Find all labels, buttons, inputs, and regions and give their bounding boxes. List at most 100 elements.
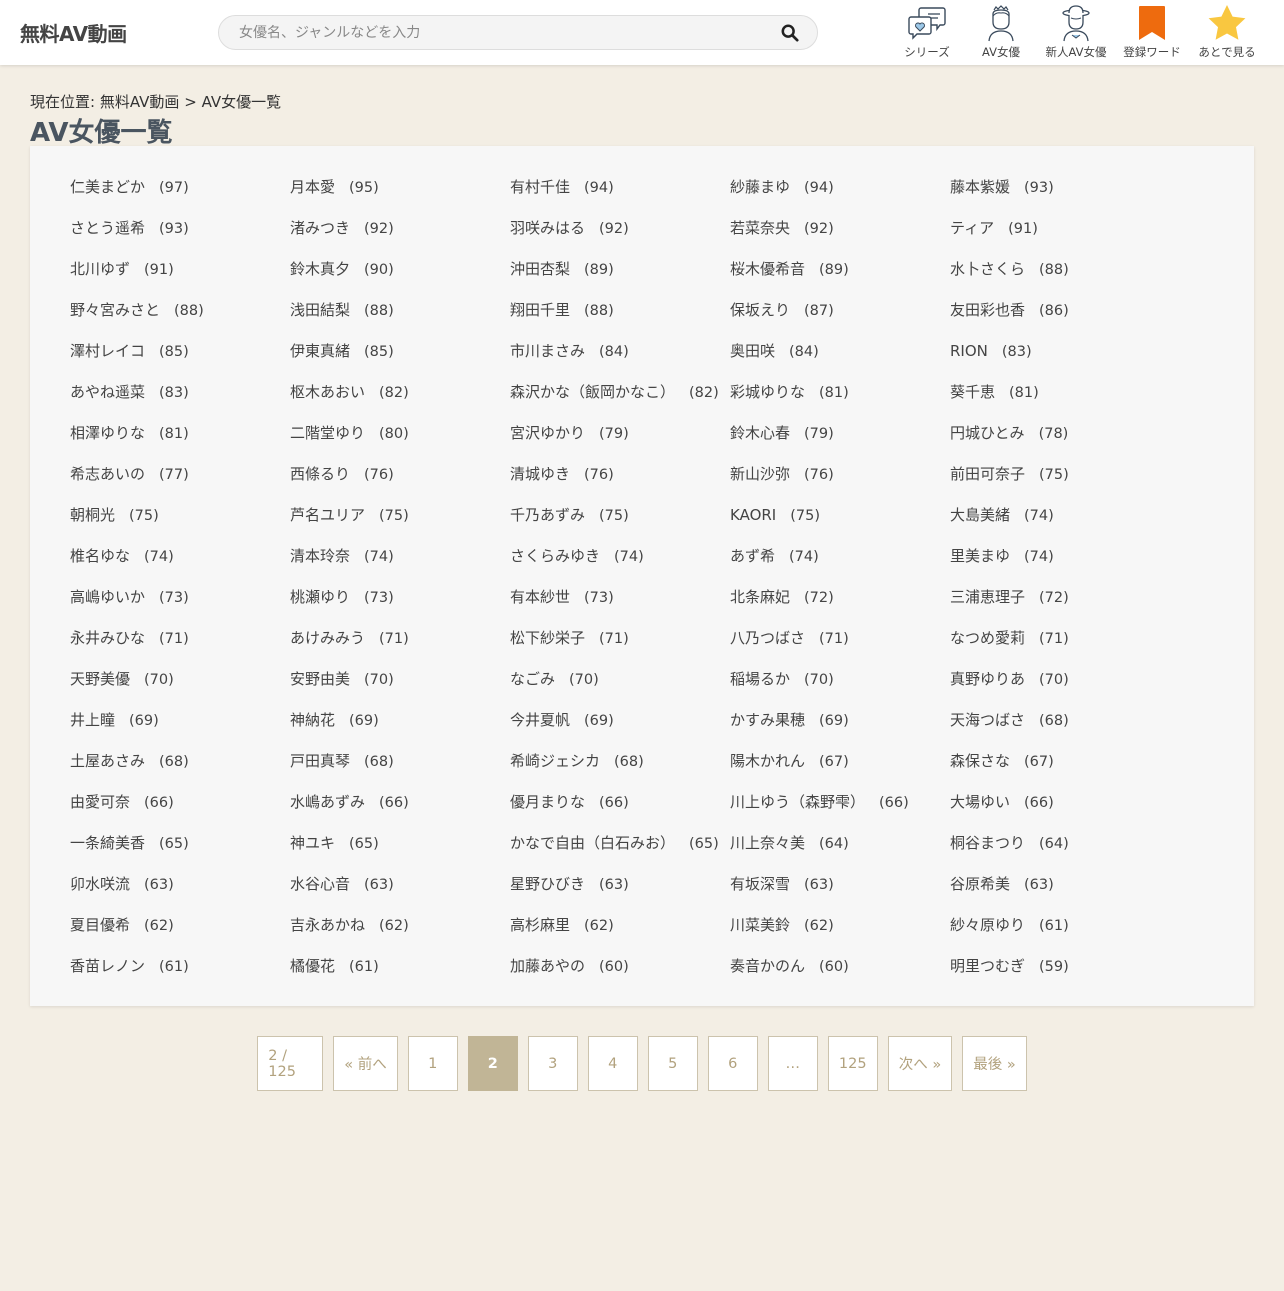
actress-link[interactable]: 桐谷まつり (64) <box>950 834 1170 875</box>
actress-link[interactable]: 土屋あさみ (68) <box>70 752 290 793</box>
page-button[interactable]: 5 <box>647 1036 698 1091</box>
actress-link[interactable]: 朝桐光 (75) <box>70 506 290 547</box>
nav-saved-words[interactable]: 登録ワード <box>1120 4 1184 62</box>
actress-link[interactable]: 松下紗栄子 (71) <box>510 629 730 670</box>
actress-link[interactable]: 友田彩也香 (86) <box>950 301 1170 342</box>
actress-link[interactable]: 森沢かな（飯岡かなこ） (82) <box>510 383 730 424</box>
actress-link[interactable]: 森保さな (67) <box>950 752 1170 793</box>
actress-link[interactable]: 円城ひとみ (78) <box>950 424 1170 465</box>
actress-link[interactable]: あやね遥菜 (83) <box>70 383 290 424</box>
actress-link[interactable]: 由愛可奈 (66) <box>70 793 290 834</box>
actress-link[interactable]: かなで自由（白石みお） (65) <box>510 834 730 875</box>
actress-link[interactable]: 桃瀬ゆり (73) <box>290 588 510 629</box>
actress-link[interactable]: 加藤あやの (60) <box>510 957 730 998</box>
actress-link[interactable]: あけみみう (71) <box>290 629 510 670</box>
actress-link[interactable]: 希志あいの (77) <box>70 465 290 506</box>
actress-link[interactable]: 北川ゆず (91) <box>70 260 290 301</box>
actress-link[interactable]: 香苗レノン (61) <box>70 957 290 998</box>
actress-link[interactable]: 相澤ゆりな (81) <box>70 424 290 465</box>
actress-link[interactable]: 明里つむぎ (59) <box>950 957 1170 998</box>
actress-link[interactable]: 天野美優 (70) <box>70 670 290 711</box>
actress-link[interactable]: 里美まゆ (74) <box>950 547 1170 588</box>
actress-link[interactable]: 奥田咲 (84) <box>730 342 950 383</box>
actress-link[interactable]: 月本愛 (95) <box>290 178 510 219</box>
actress-link[interactable]: 大場ゆい (66) <box>950 793 1170 834</box>
actress-link[interactable]: 市川まさみ (84) <box>510 342 730 383</box>
actress-link[interactable]: 宮沢ゆかり (79) <box>510 424 730 465</box>
actress-link[interactable]: 有村千佳 (94) <box>510 178 730 219</box>
actress-link[interactable]: 井上瞳 (69) <box>70 711 290 752</box>
actress-link[interactable]: 北条麻妃 (72) <box>730 588 950 629</box>
actress-link[interactable]: 桜木優希音 (89) <box>730 260 950 301</box>
actress-link[interactable]: 希崎ジェシカ (68) <box>510 752 730 793</box>
actress-link[interactable]: KAORI (75) <box>730 506 950 547</box>
actress-link[interactable]: 鈴木真夕 (90) <box>290 260 510 301</box>
actress-link[interactable]: 吉永あかね (62) <box>290 916 510 957</box>
actress-link[interactable]: 鈴木心春 (79) <box>730 424 950 465</box>
actress-link[interactable]: 高嶋ゆいか (73) <box>70 588 290 629</box>
actress-link[interactable]: 翔田千里 (88) <box>510 301 730 342</box>
last-page-button[interactable]: 最後 » <box>962 1036 1027 1091</box>
actress-link[interactable]: 谷原希美 (63) <box>950 875 1170 916</box>
actress-link[interactable]: 沖田杏梨 (89) <box>510 260 730 301</box>
actress-link[interactable]: 川上ゆう（森野雫） (66) <box>730 793 950 834</box>
actress-link[interactable]: 彩城ゆりな (81) <box>730 383 950 424</box>
actress-link[interactable]: 一条綺美香 (65) <box>70 834 290 875</box>
actress-link[interactable]: 羽咲みはる (92) <box>510 219 730 260</box>
actress-link[interactable]: 清城ゆき (76) <box>510 465 730 506</box>
actress-link[interactable]: RION (83) <box>950 342 1170 383</box>
actress-link[interactable]: 藤本紫媛 (93) <box>950 178 1170 219</box>
search-input[interactable] <box>239 16 779 49</box>
nav-series[interactable]: シリーズ <box>896 4 958 62</box>
page-button[interactable]: 3 <box>527 1036 578 1091</box>
actress-link[interactable]: 渚みつき (92) <box>290 219 510 260</box>
actress-link[interactable]: 陽木かれん (67) <box>730 752 950 793</box>
actress-link[interactable]: 新山沙弥 (76) <box>730 465 950 506</box>
actress-link[interactable]: 保坂えり (87) <box>730 301 950 342</box>
actress-link[interactable]: 清本玲奈 (74) <box>290 547 510 588</box>
actress-link[interactable]: 橘優花 (61) <box>290 957 510 998</box>
actress-link[interactable]: 有坂深雪 (63) <box>730 875 950 916</box>
actress-link[interactable]: さとう遥希 (93) <box>70 219 290 260</box>
nav-new-actress[interactable]: 新人AV女優 <box>1042 4 1110 62</box>
actress-link[interactable]: 優月まりな (66) <box>510 793 730 834</box>
nav-actress[interactable]: AV女優 <box>974 4 1028 62</box>
actress-link[interactable]: 西條るり (76) <box>290 465 510 506</box>
actress-link[interactable]: 天海つばさ (68) <box>950 711 1170 752</box>
actress-link[interactable]: 奏音かのん (60) <box>730 957 950 998</box>
actress-link[interactable]: 葵千恵 (81) <box>950 383 1170 424</box>
actress-link[interactable]: 神納花 (69) <box>290 711 510 752</box>
actress-link[interactable]: なつめ愛莉 (71) <box>950 629 1170 670</box>
page-button[interactable]: 1 <box>407 1036 458 1091</box>
actress-link[interactable]: 千乃あずみ (75) <box>510 506 730 547</box>
actress-link[interactable]: ティア (91) <box>950 219 1170 260</box>
actress-link[interactable]: 椎名ゆな (74) <box>70 547 290 588</box>
breadcrumb-home-link[interactable]: 無料AV動画 <box>100 93 180 111</box>
page-button[interactable]: 4 <box>587 1036 638 1091</box>
actress-link[interactable]: あず希 (74) <box>730 547 950 588</box>
actress-link[interactable]: 神ユキ (65) <box>290 834 510 875</box>
actress-link[interactable]: 紗藤まゆ (94) <box>730 178 950 219</box>
actress-link[interactable]: 水谷心音 (63) <box>290 875 510 916</box>
actress-link[interactable]: 夏目優希 (62) <box>70 916 290 957</box>
actress-link[interactable]: 有本紗世 (73) <box>510 588 730 629</box>
actress-link[interactable]: 安野由美 (70) <box>290 670 510 711</box>
prev-page-button[interactable]: « 前へ <box>333 1036 398 1091</box>
actress-link[interactable]: 星野ひびき (63) <box>510 875 730 916</box>
search-icon[interactable] <box>781 24 799 42</box>
page-button[interactable]: 6 <box>707 1036 758 1091</box>
actress-link[interactable]: 仁美まどか (97) <box>70 178 290 219</box>
actress-link[interactable]: 稲場るか (70) <box>730 670 950 711</box>
actress-link[interactable]: 澤村レイコ (85) <box>70 342 290 383</box>
actress-link[interactable]: 野々宮みさと (88) <box>70 301 290 342</box>
actress-link[interactable]: 川菜美鈴 (62) <box>730 916 950 957</box>
actress-link[interactable]: 真野ゆりあ (70) <box>950 670 1170 711</box>
actress-link[interactable]: 浅田結梨 (88) <box>290 301 510 342</box>
actress-link[interactable]: 若菜奈央 (92) <box>730 219 950 260</box>
actress-link[interactable]: 伊東真緒 (85) <box>290 342 510 383</box>
actress-link[interactable]: 水卜さくら (88) <box>950 260 1170 301</box>
actress-link[interactable]: 戸田真琴 (68) <box>290 752 510 793</box>
actress-link[interactable]: 三浦恵理子 (72) <box>950 588 1170 629</box>
page-button[interactable]: 125 <box>827 1036 878 1091</box>
nav-watch-later[interactable]: あとで見る <box>1194 4 1260 62</box>
